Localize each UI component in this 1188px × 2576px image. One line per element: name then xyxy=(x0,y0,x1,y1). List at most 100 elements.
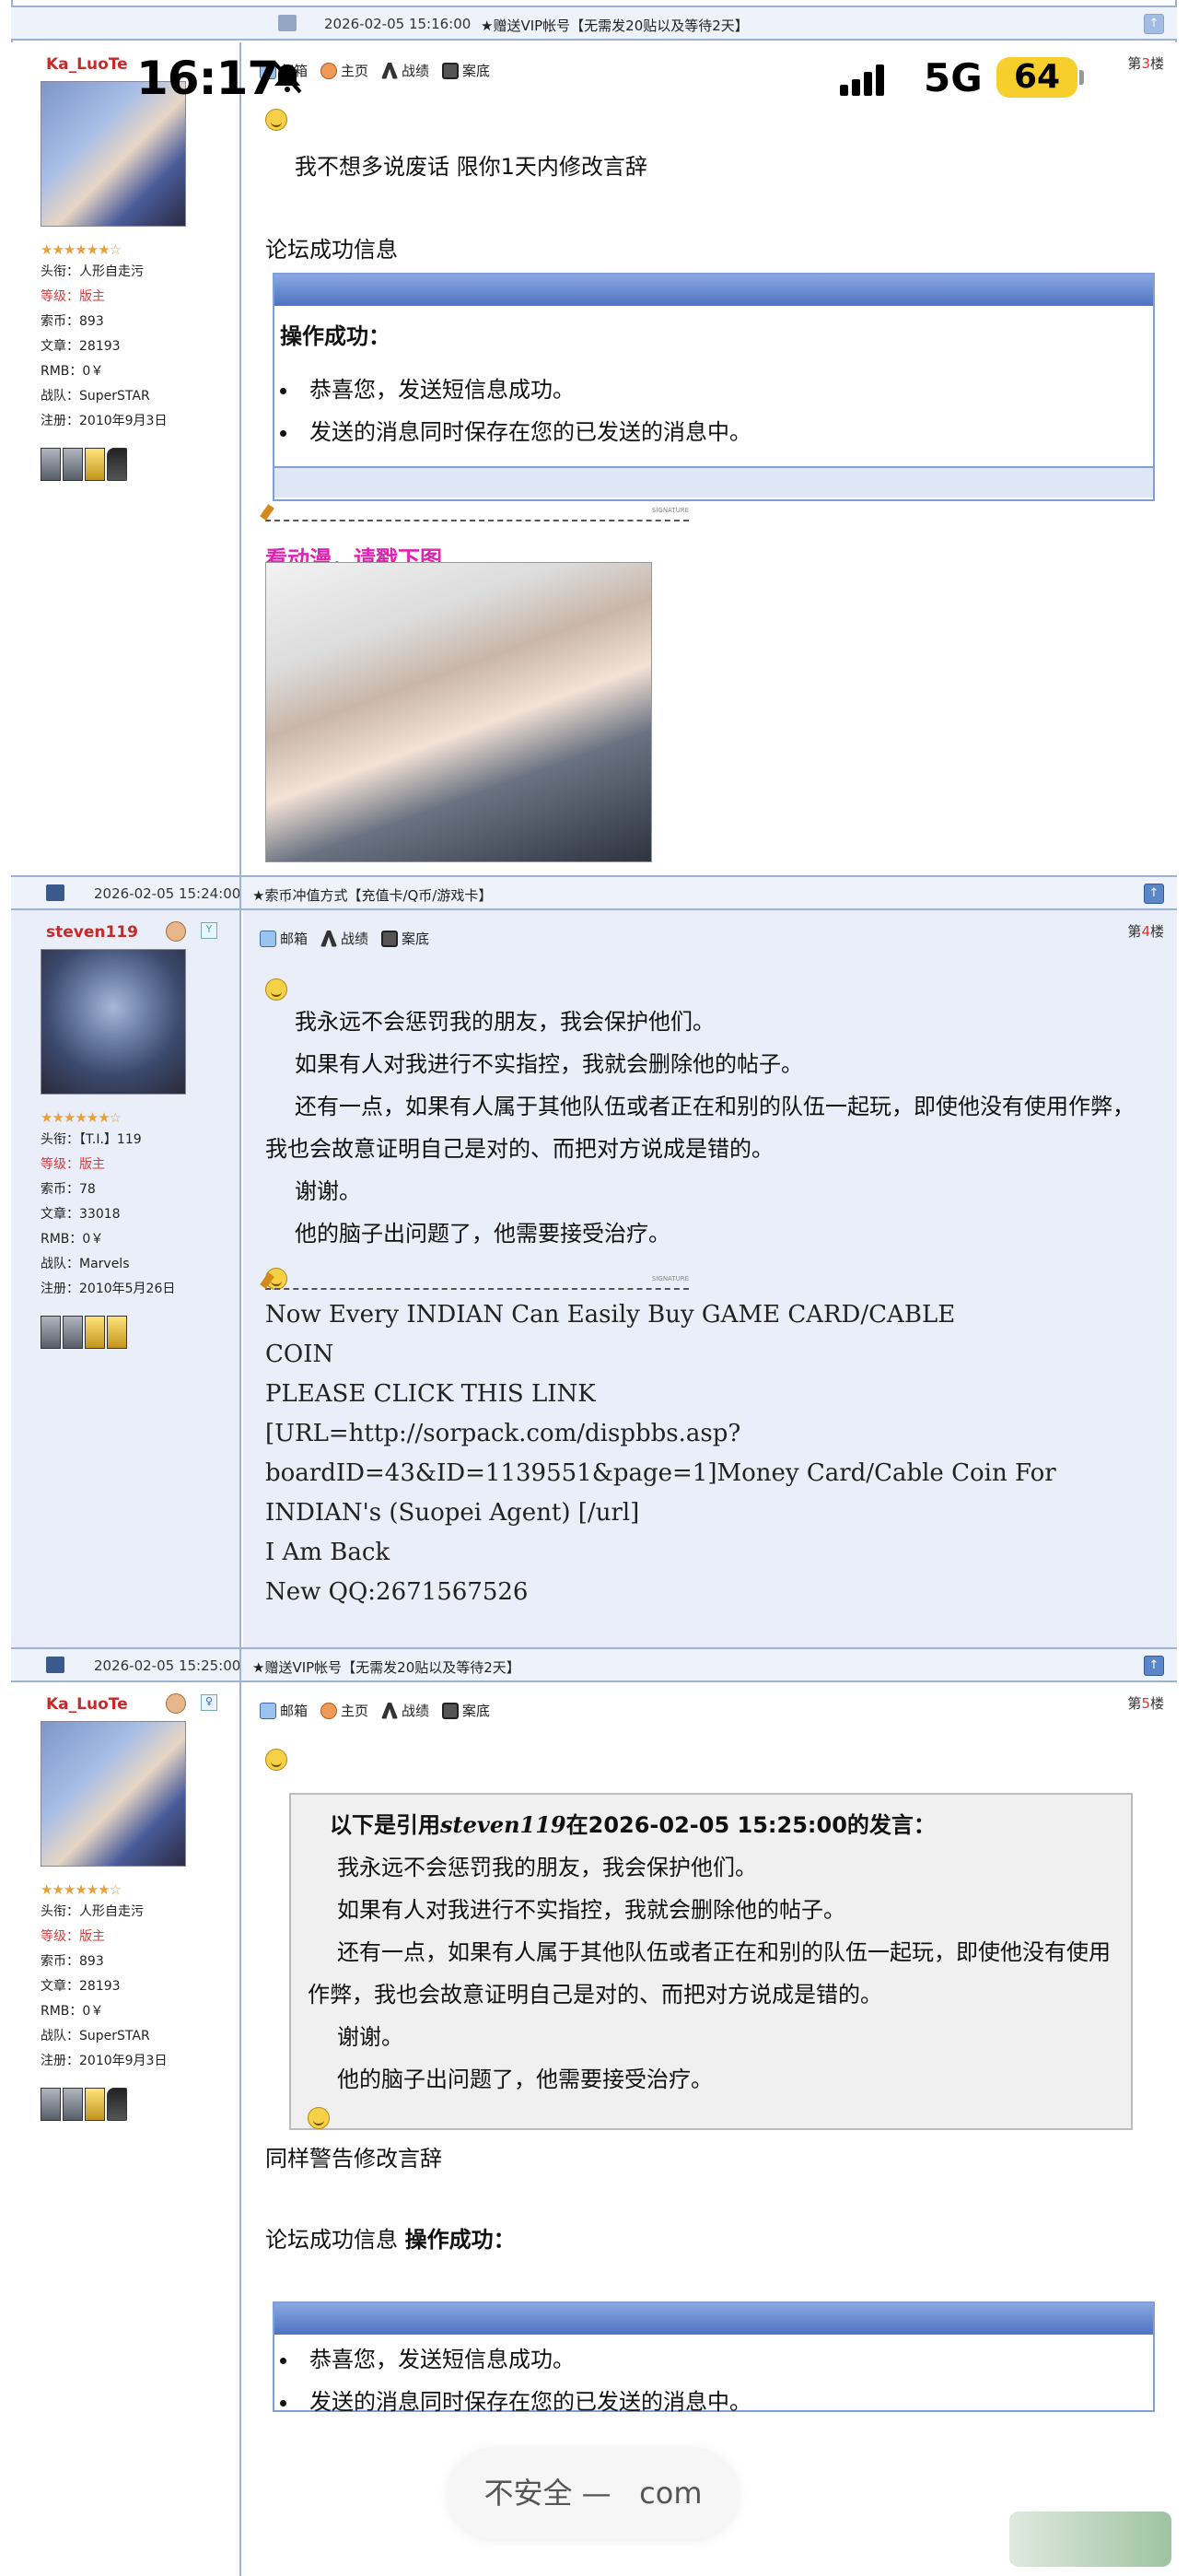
user-team: 战队：Marvels xyxy=(41,1257,130,1271)
avatar-face-icon xyxy=(166,921,186,942)
quote-block: 以下是引用steven119在2026-02-05 15:25:00的发言： 我… xyxy=(289,1793,1133,2130)
post-2: steven119 Y ★★★★★★☆ 头衔：【T.I.】119 等级：版主 索… xyxy=(11,910,1177,1649)
signature-line: I Am Back xyxy=(265,1539,390,1566)
home-button[interactable]: 主页 xyxy=(320,61,368,80)
success-message-box: 恭喜您，发送短信息成功。 发送的消息同时保存在您的已发送的消息中。 xyxy=(273,2301,1155,2415)
signature-line: New QQ:2671567526 xyxy=(265,1578,529,1606)
floor-number: 第3楼 xyxy=(1127,55,1164,72)
domain-text: com xyxy=(639,2476,703,2511)
signature-divider: SIGNATURE xyxy=(260,1272,689,1290)
battle-button[interactable]: 战绩 xyxy=(381,61,429,80)
user-team: 战队：SuperSTAR xyxy=(41,2029,150,2043)
medal-icon xyxy=(85,448,105,481)
signature-image[interactable] xyxy=(265,562,652,862)
user-level: 等级：版主 xyxy=(41,1157,105,1172)
ad-link[interactable]: ★赠送VIP帐号【无需发20贴以及等待2天】 xyxy=(481,16,749,35)
floor-number: 第5楼 xyxy=(1127,1695,1164,1712)
user-coins: 索币：78 xyxy=(41,1182,96,1197)
mail-button[interactable]: 邮箱 xyxy=(260,1701,308,1720)
medals xyxy=(41,1316,127,1349)
user-info: 头衔：【T.I.】119 等级：版主 索币：78 文章：33018 RMB：0￥… xyxy=(41,1128,175,1302)
mail-icon xyxy=(260,62,276,79)
user-title: 头衔：人形自走污 xyxy=(41,264,144,279)
user-articles: 文章：28193 xyxy=(41,339,121,354)
gender-icon: ♀ xyxy=(201,1694,217,1711)
rank-stars: ★★★★★★☆ xyxy=(41,1109,122,1126)
post-actions: 邮箱 主页 战绩 案底 xyxy=(260,1701,490,1720)
quote-text: 如果有人对我进行不实指控，我就会删除他的帖子。 xyxy=(337,1897,845,1923)
box-header xyxy=(274,275,1153,306)
smile-icon xyxy=(265,1749,287,1771)
feather-icon xyxy=(107,448,127,481)
record-icon xyxy=(381,930,399,947)
back-to-top-button[interactable]: ↑ xyxy=(1144,884,1164,904)
post-text: 还有一点，如果有人属于其他队伍或者正在和别的队伍一起玩，即使他没有使用作弊，我也… xyxy=(265,1094,1135,1162)
user-title: 头衔：【T.I.】119 xyxy=(41,1132,142,1147)
signature-divider: SIGNATURE xyxy=(260,504,689,521)
user-coins: 索币：893 xyxy=(41,314,104,329)
signature-line: PLEASE CLICK THIS LINK xyxy=(265,1380,596,1408)
post-actions: 邮箱 战绩 案底 xyxy=(260,929,429,948)
quote-header: 以下是引用steven119在2026-02-05 15:25:00的发言： xyxy=(330,1811,936,1838)
user-joined: 注册：2010年9月3日 xyxy=(41,2054,168,2068)
mail-button[interactable]: 邮箱 xyxy=(260,61,308,80)
feather-icon xyxy=(107,2088,127,2121)
medal-icon xyxy=(85,2088,105,2121)
record-button[interactable]: 案底 xyxy=(442,61,490,80)
battle-button[interactable]: 战绩 xyxy=(381,1701,429,1720)
medal-icon xyxy=(63,2088,83,2121)
ad-link[interactable]: ★赠送VIP帐号【无需发20贴以及等待2天】 xyxy=(252,1657,520,1677)
ad-link[interactable]: ★索币冲值方式【充值卡/Q币/游戏卡】 xyxy=(252,885,492,905)
back-to-top-button[interactable]: ↑ xyxy=(1144,14,1164,34)
record-button[interactable]: 案底 xyxy=(442,1701,490,1720)
computer-icon xyxy=(46,884,64,901)
username[interactable]: steven119 xyxy=(46,923,138,942)
medal-icon xyxy=(41,1316,61,1349)
mail-button[interactable]: 邮箱 xyxy=(260,929,308,948)
home-icon xyxy=(320,1702,338,1719)
rank-stars: ★★★★★★☆ xyxy=(41,1881,122,1898)
computer-icon xyxy=(46,1657,64,1673)
home-button[interactable]: 主页 xyxy=(320,1701,368,1720)
signature-line: Now Every INDIAN Can Easily Buy GAME CAR… xyxy=(265,1301,956,1329)
battle-icon xyxy=(320,930,338,947)
address-bar[interactable]: 不安全 — com xyxy=(448,2447,739,2539)
user-articles: 文章：28193 xyxy=(41,1979,121,1994)
gender-icon: Y xyxy=(201,922,217,939)
medal-icon xyxy=(107,1316,127,1349)
username[interactable]: Ka_LuoTe xyxy=(46,55,128,74)
box-footer xyxy=(273,466,1155,501)
signature-link[interactable]: [URL=http://sorpack.com/dispbbs.asp? xyxy=(265,1414,1155,1454)
medal-icon xyxy=(41,2088,61,2121)
avatar[interactable] xyxy=(41,949,186,1095)
pen-icon xyxy=(260,1272,274,1289)
signature-line: INDIAN's (Suopei Agent) [/url] xyxy=(265,1499,640,1527)
signature-link[interactable]: boardID=43&ID=1139551&page=1]Money Card/… xyxy=(265,1454,1155,1493)
quote-text: 谢谢。 xyxy=(337,2024,403,2050)
post-text: 我永远不会惩罚我的朋友，我会保护他们。 xyxy=(295,1009,715,1035)
list-item: 恭喜您，发送短信息成功。 xyxy=(280,2338,1147,2381)
avatar[interactable] xyxy=(41,81,186,227)
back-to-top-button[interactable]: ↑ xyxy=(1144,1656,1164,1676)
username[interactable]: Ka_LuoTe xyxy=(46,1695,128,1714)
post-date: 2026-02-05 15:16:00 xyxy=(324,16,472,32)
avatar[interactable] xyxy=(41,1721,186,1867)
user-title: 头衔：人形自走污 xyxy=(41,1904,144,1919)
post-header-bar: 2026-02-05 15:25:00 ★赠送VIP帐号【无需发20贴以及等待2… xyxy=(11,1647,1177,1682)
record-button[interactable]: 案底 xyxy=(381,929,429,948)
quote-text: 我永远不会惩罚我的朋友，我会保护他们。 xyxy=(337,1855,757,1880)
signature-text: Now Every INDIAN Can Easily Buy GAME CAR… xyxy=(265,1295,1155,1612)
mail-icon xyxy=(260,930,276,947)
pen-icon xyxy=(260,504,274,521)
post-date: 2026-02-05 15:24:00 xyxy=(94,885,241,902)
post-text: 谢谢。 xyxy=(295,1178,361,1204)
post-text: 同样警告修改言辞 xyxy=(265,2146,442,2172)
post-date: 2026-02-05 15:25:00 xyxy=(94,1657,241,1674)
medal-icon xyxy=(41,448,61,481)
battle-button[interactable]: 战绩 xyxy=(320,929,368,948)
post-text: 论坛成功信息 操作成功： xyxy=(265,2227,516,2253)
avatar-face-icon xyxy=(166,1693,186,1714)
user-sidebar: steven119 Y ★★★★★★☆ 头衔：【T.I.】119 等级：版主 索… xyxy=(11,910,241,1649)
mail-icon xyxy=(260,1702,276,1719)
battle-icon xyxy=(381,62,399,79)
